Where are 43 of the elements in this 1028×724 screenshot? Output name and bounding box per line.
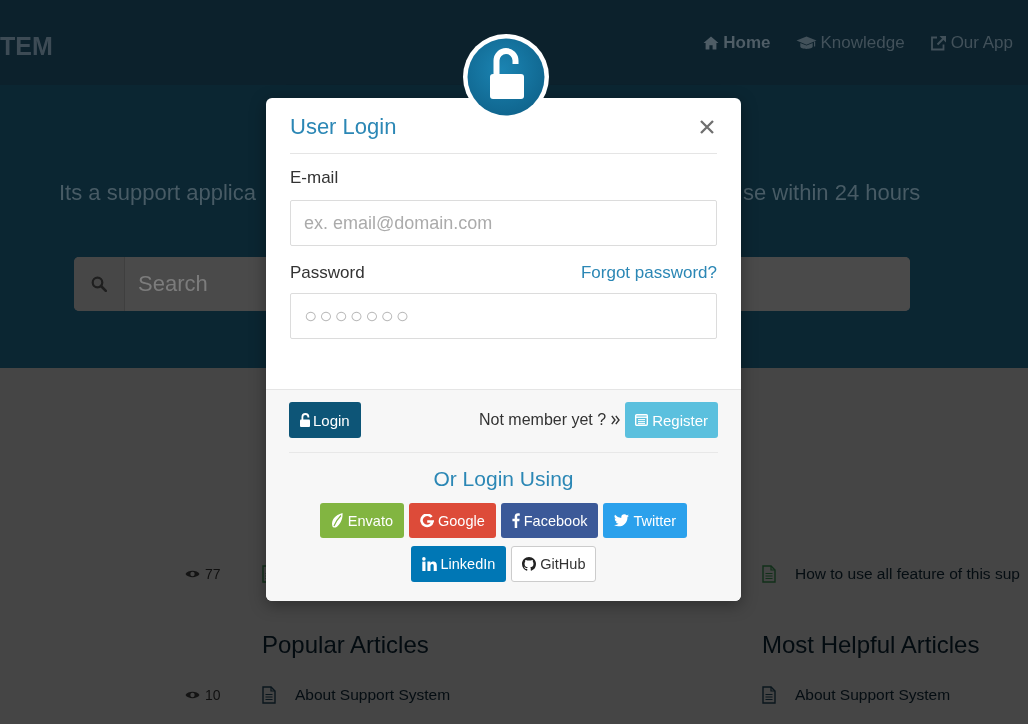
social-login-button[interactable]: Google bbox=[409, 503, 496, 538]
register-button[interactable]: Register bbox=[625, 402, 718, 438]
nav-link[interactable]: Home bbox=[703, 32, 771, 53]
tagline-text: se within 24 hours bbox=[743, 180, 921, 206]
field-label: E-mail bbox=[290, 167, 340, 189]
eye-icon bbox=[185, 690, 200, 700]
social-login-button[interactable]: Twitter bbox=[603, 503, 688, 538]
alt-login-heading: Or Login Using bbox=[432, 466, 575, 492]
bird-icon bbox=[614, 514, 630, 527]
double-chevron-icon bbox=[611, 415, 621, 425]
social-login-button[interactable]: Envato bbox=[319, 503, 404, 538]
search-icon bbox=[91, 276, 107, 292]
document-icon bbox=[262, 686, 276, 704]
modal-title: User Login bbox=[290, 113, 397, 141]
password-field[interactable]: ○○○○○○○ bbox=[290, 293, 717, 339]
eye-icon bbox=[185, 569, 200, 579]
list-card-icon bbox=[635, 414, 649, 426]
unlock-icon bbox=[300, 413, 310, 427]
tagline-text: Its a support applica bbox=[59, 180, 256, 206]
close-icon[interactable] bbox=[700, 120, 714, 134]
section-heading: Popular Articles bbox=[262, 630, 430, 660]
article-link[interactable]: How to use all feature of this sup bbox=[795, 565, 1020, 583]
cat-logo-icon bbox=[522, 557, 537, 571]
article-link[interactable]: About Support System bbox=[795, 686, 951, 704]
social-login-button[interactable]: GitHub bbox=[511, 546, 597, 582]
social-login-button[interactable]: LinkedIn bbox=[410, 546, 507, 582]
article-link[interactable]: About Support System bbox=[295, 686, 451, 704]
document-icon bbox=[762, 686, 776, 704]
social-login-button[interactable]: Facebook bbox=[500, 503, 599, 538]
graduation-cap-icon bbox=[795, 35, 817, 50]
house-icon bbox=[703, 35, 720, 50]
register-prompt: Not member yet ? bbox=[479, 411, 607, 429]
external-link-icon bbox=[929, 34, 947, 51]
f-logo-icon bbox=[511, 513, 520, 528]
g-logo-icon bbox=[420, 513, 434, 528]
forgot-password-link[interactable]: Forgot password? bbox=[580, 262, 717, 284]
field-label: Password bbox=[290, 262, 365, 284]
login-button[interactable]: Login bbox=[289, 402, 361, 438]
document-icon bbox=[762, 565, 776, 583]
email-field[interactable]: ex. email@domain.com bbox=[290, 200, 717, 246]
leaf-icon bbox=[330, 513, 344, 528]
in-logo-icon bbox=[421, 557, 437, 571]
section-heading: Most Helpful Articles bbox=[762, 630, 981, 660]
